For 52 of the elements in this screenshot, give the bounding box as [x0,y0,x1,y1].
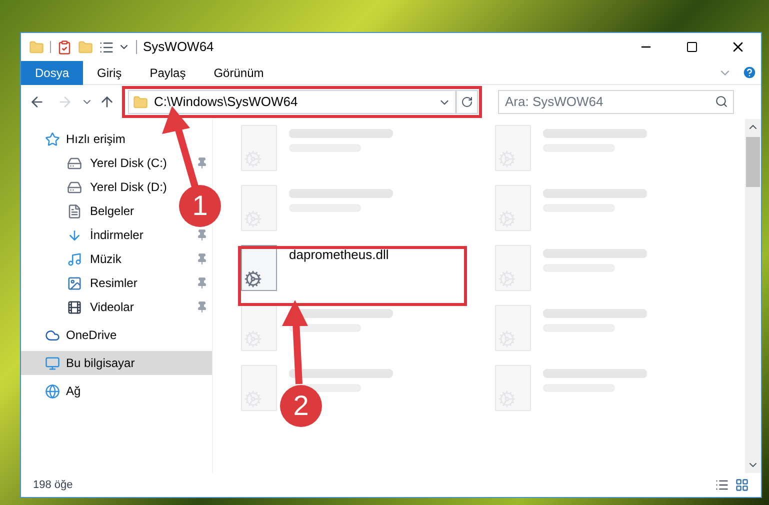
pin-icon[interactable] [196,229,208,241]
details-view-icon[interactable] [715,478,729,492]
down-arrow-icon [67,228,82,242]
pin-icon[interactable] [196,301,208,313]
item-count: 198 öğe [33,478,73,493]
large-icons-view-icon[interactable] [735,478,749,492]
file-name[interactable]: daprometheus.dll [289,245,389,263]
picture-icon [67,276,82,290]
nav-item[interactable]: Müzik [67,247,122,271]
gear-file-icon[interactable] [241,245,277,291]
ribbon-tab[interactable]: Giriş [83,60,136,84]
drive-icon [67,180,82,194]
nav-item[interactable]: Yerel Disk (D:) [67,175,167,199]
globe-icon [45,384,60,398]
address-field[interactable]: C:\Windows\SysWOW64 [128,90,456,114]
pin-icon[interactable] [196,253,208,265]
nav-item[interactable]: Videolar [67,295,134,319]
nav-item[interactable]: Ağ [21,379,212,403]
window-title: SysWOW64 [143,38,214,56]
cloud-icon [45,328,60,342]
nav-item[interactable]: Bu bilgisayar [21,351,212,375]
nav-item[interactable]: Resimler [67,271,138,295]
pin-icon[interactable] [196,157,208,169]
maximize-icon[interactable] [686,41,698,53]
view-list-icon[interactable] [99,40,114,54]
pin-icon[interactable] [196,277,208,289]
document-icon [67,204,82,218]
back-icon[interactable] [29,94,45,110]
blurred-file-icon[interactable] [241,305,277,351]
ribbon-tab[interactable]: Dosya [21,60,84,84]
film-icon [67,300,82,314]
nav-item[interactable]: Hızlı erişim [21,127,212,151]
folder-icon [133,94,148,110]
help-icon[interactable] [742,65,757,80]
music-note-icon [67,252,82,266]
star-icon [45,132,60,146]
nav-item[interactable]: Belgeler [67,199,134,223]
scroll-thumb[interactable] [746,137,760,187]
nav-item[interactable]: İndirmeler [67,223,144,247]
monitor-icon [45,356,60,370]
search-icon[interactable] [715,94,728,108]
ribbon-tab[interactable]: Paylaş [136,60,200,84]
refresh-button[interactable] [456,90,478,114]
up-icon[interactable] [99,94,115,110]
drive-icon [67,156,82,170]
scrollbar[interactable] [745,119,761,473]
properties-icon[interactable] [57,40,72,54]
ribbon-tab[interactable]: Görünüm [200,60,278,84]
refresh-icon[interactable] [461,96,473,108]
search-field[interactable]: Ara: SysWOW64 [498,90,734,114]
nav-item[interactable]: Yerel Disk (C:) [67,151,167,175]
nav-item[interactable]: OneDrive [21,323,212,347]
